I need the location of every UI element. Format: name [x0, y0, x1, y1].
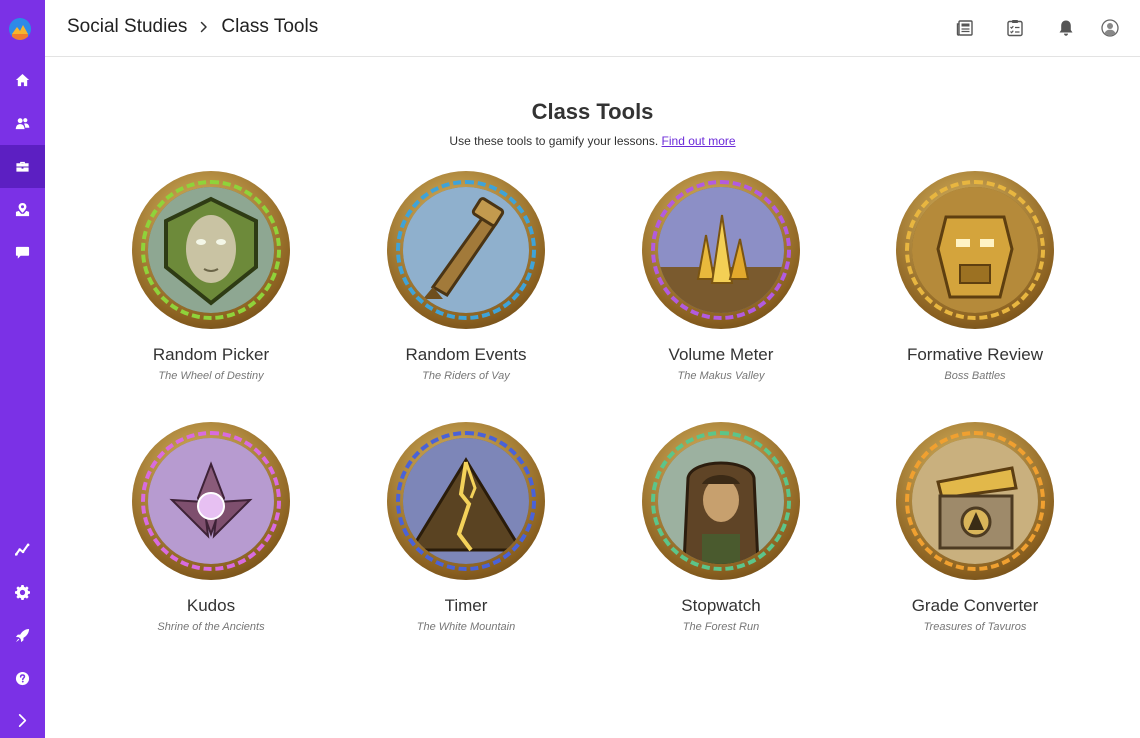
- tool-medal: [387, 422, 545, 580]
- page-title: Class Tools: [531, 99, 654, 124]
- golem-icon: [912, 187, 1038, 313]
- tool-subtitle: Treasures of Tavuros: [923, 621, 1027, 633]
- tool-medal: [642, 422, 800, 580]
- help-icon: [15, 671, 30, 686]
- tool-subtitle: Shrine of the Ancients: [157, 621, 265, 633]
- tool-name: Kudos: [186, 596, 236, 615]
- sidebar-item-help[interactable]: [0, 657, 45, 700]
- checklist-icon[interactable]: [1004, 17, 1026, 39]
- tool-medal: [896, 171, 1054, 329]
- analytics-icon: [15, 543, 30, 556]
- tool-subtitle: Boss Battles: [944, 370, 1006, 382]
- profile-icon[interactable]: [1099, 17, 1121, 39]
- tool-subtitle: The White Mountain: [416, 621, 516, 633]
- sidebar-item-class-tools[interactable]: [0, 145, 45, 188]
- mountain-icon: [403, 438, 529, 564]
- tool-name: Volume Meter: [668, 345, 774, 364]
- subtitle-text: Use these tools to gamify your lessons.: [449, 134, 659, 148]
- sidebar-item-map[interactable]: [0, 188, 45, 231]
- main-content: Class Tools Use these tools to gamify yo…: [45, 57, 1140, 738]
- tool-medal: [387, 171, 545, 329]
- tool-subtitle: The Forest Run: [682, 621, 760, 633]
- tool-name: Random Events: [405, 345, 527, 364]
- sidebar-item-classes[interactable]: [0, 102, 45, 145]
- crystals-icon: [658, 187, 784, 313]
- top-header: Social Studies Class Tools: [45, 0, 1140, 57]
- ranger-icon: [658, 438, 784, 564]
- sidebar-item-home[interactable]: [0, 59, 45, 102]
- briefcase-icon: [16, 161, 29, 172]
- tool-subtitle: The Riders of Vay: [422, 370, 510, 382]
- tool-stopwatch[interactable]: Stopwatch The Forest Run: [621, 422, 821, 633]
- tool-timer[interactable]: Timer The White Mountain: [366, 422, 566, 633]
- logo-icon[interactable]: [9, 18, 31, 40]
- tool-kudos[interactable]: Kudos Shrine of the Ancients: [111, 422, 311, 633]
- tool-medal: [896, 422, 1054, 580]
- home-icon: [15, 73, 30, 87]
- bell-icon[interactable]: [1055, 17, 1077, 39]
- breadcrumb-current: Class Tools: [221, 16, 319, 37]
- tool-volume-meter[interactable]: Volume Meter The Makus Valley: [621, 171, 821, 382]
- tool-name: Timer: [444, 596, 488, 615]
- treasure-chest-icon: [912, 438, 1038, 564]
- tool-grade-converter[interactable]: Grade Converter Treasures of Tavuros: [875, 422, 1075, 633]
- sidebar-item-launch[interactable]: [0, 614, 45, 657]
- rocket-icon: [15, 628, 30, 643]
- newspaper-icon[interactable]: [954, 17, 976, 39]
- tool-name: Grade Converter: [911, 596, 1039, 615]
- tool-subtitle: The Makus Valley: [677, 370, 765, 382]
- lotus-icon: [148, 438, 274, 564]
- sidebar-item-settings[interactable]: [0, 571, 45, 614]
- tool-name: Formative Review: [906, 345, 1044, 364]
- page-subtitle: Use these tools to gamify your lessons. …: [45, 134, 1140, 148]
- breadcrumb-parent[interactable]: Social Studies: [67, 16, 187, 38]
- chevron-right-icon: [199, 21, 209, 33]
- mask-face-icon: [148, 187, 274, 313]
- tool-formative-review[interactable]: Formative Review Boss Battles: [875, 171, 1075, 382]
- horn-icon: [403, 187, 529, 313]
- find-out-more-link[interactable]: Find out more: [662, 134, 736, 148]
- breadcrumb: Social Studies Class Tools: [67, 16, 318, 38]
- app: Social Studies Class Tools Class Tools U…: [0, 0, 1140, 738]
- map-pin-icon: [15, 202, 30, 217]
- tool-medal: [132, 422, 290, 580]
- gear-icon: [15, 585, 30, 600]
- tool-name: Random Picker: [152, 345, 270, 364]
- tool-random-events[interactable]: Random Events The Riders of Vay: [366, 171, 566, 382]
- tool-medal: [642, 171, 800, 329]
- expand-icon: [18, 714, 27, 727]
- tool-subtitle: The Wheel of Destiny: [158, 370, 264, 382]
- tool-random-picker[interactable]: Random Picker The Wheel of Destiny: [111, 171, 311, 382]
- sidebar-item-analytics[interactable]: [0, 528, 45, 571]
- users-icon: [15, 118, 30, 130]
- sidebar: [0, 0, 45, 738]
- tool-medal: [132, 171, 290, 329]
- tool-name: Stopwatch: [681, 596, 761, 615]
- sidebar-item-expand[interactable]: [0, 699, 45, 738]
- sidebar-item-messages[interactable]: [0, 231, 45, 274]
- chat-icon: [15, 246, 30, 259]
